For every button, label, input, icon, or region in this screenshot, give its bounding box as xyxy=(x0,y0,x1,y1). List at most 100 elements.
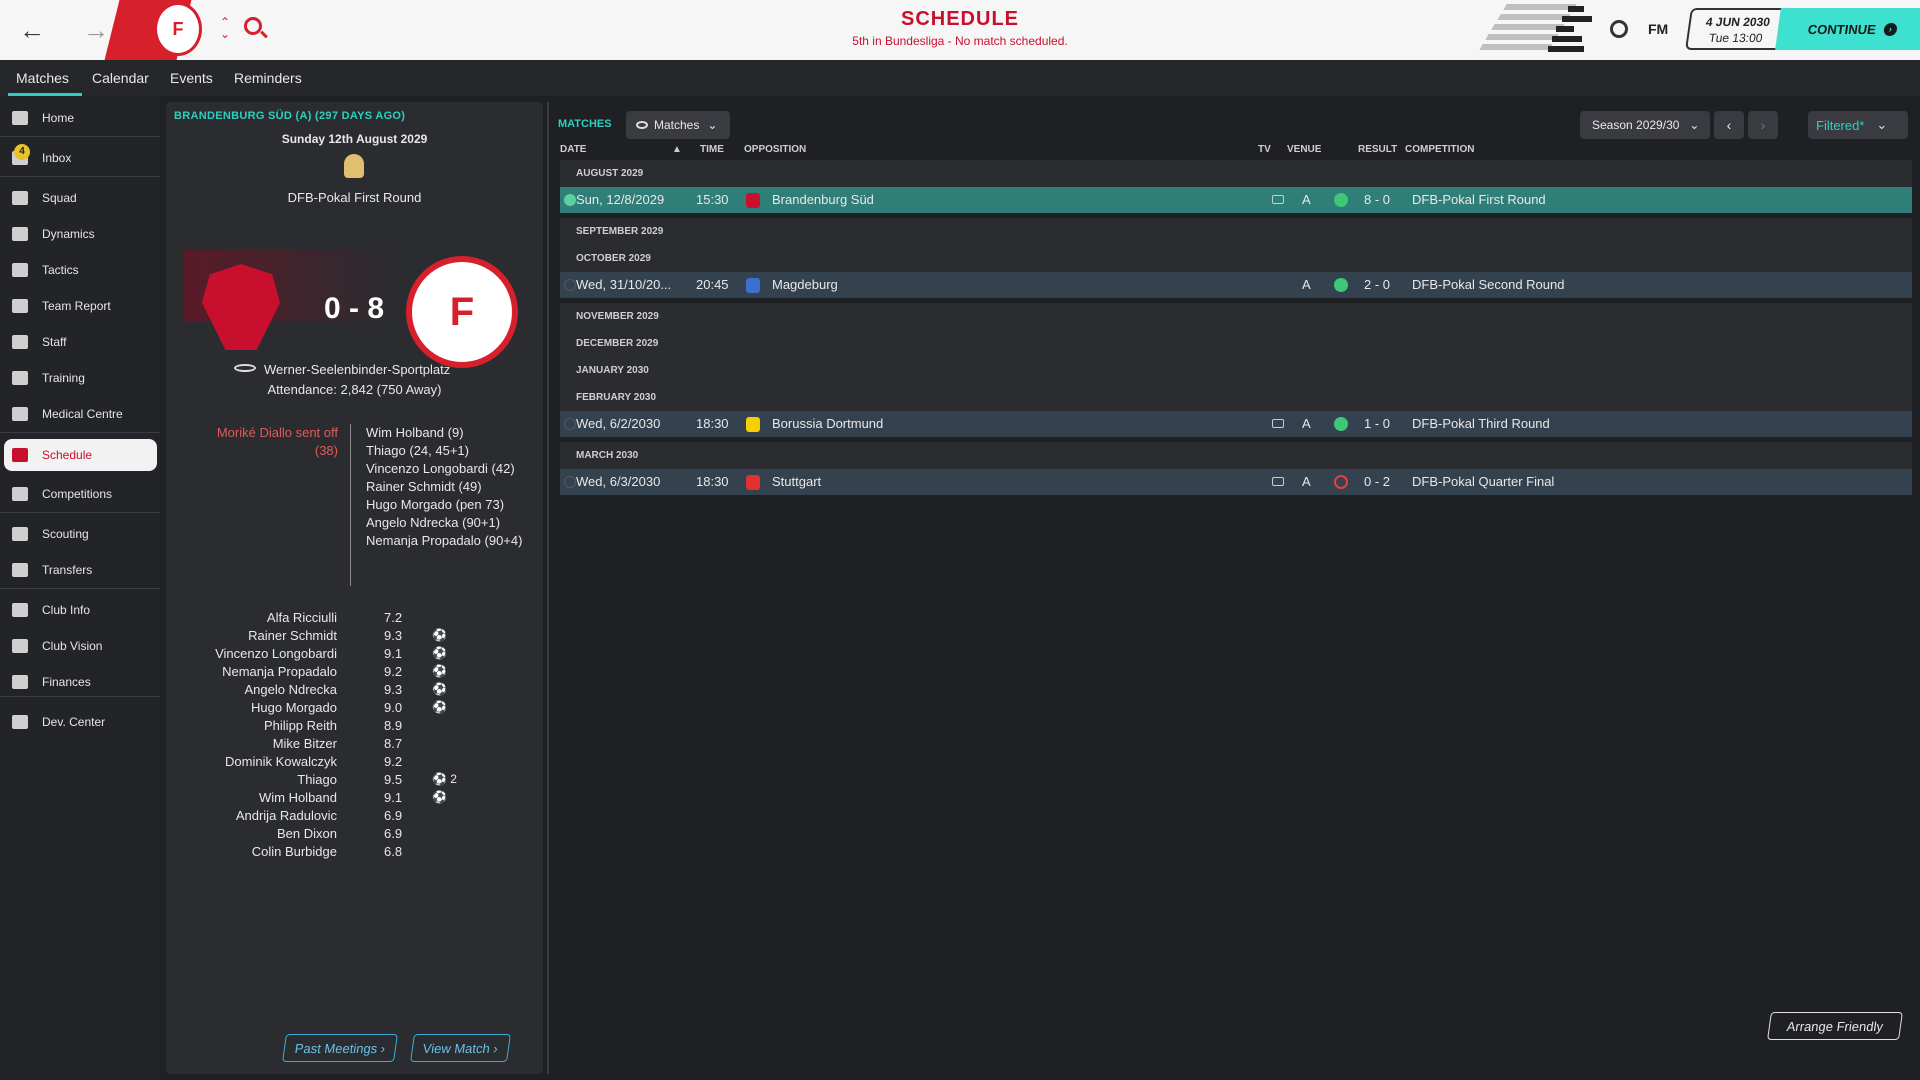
player-rating-row[interactable]: Dominik Kowalczyk 9.2 xyxy=(166,754,543,772)
player-rating: 9.1 xyxy=(384,790,403,805)
page-title: SCHEDULE xyxy=(900,8,1019,30)
column-header-competition[interactable]: COMPETITION xyxy=(1405,144,1474,155)
tab-events[interactable]: Events xyxy=(170,70,213,86)
sidebar-item-scouting[interactable]: Scouting xyxy=(0,518,160,550)
chevron-down-icon: ⌄ xyxy=(1689,118,1700,132)
sidebar-item-label: Team Report xyxy=(42,299,111,313)
season-dropdown[interactable]: Season 2029/30 ⌄ xyxy=(1580,111,1710,139)
sidebar-item-competitions[interactable]: Competitions xyxy=(0,478,160,510)
competition-cell[interactable]: DFB-Pokal Third Round xyxy=(1412,416,1550,431)
sidebar-item-transfers[interactable]: Transfers xyxy=(0,554,160,586)
previous-season-button[interactable]: ‹ xyxy=(1714,111,1744,139)
player-rating-row[interactable]: Rainer Schmidt 9.3 ⚽ xyxy=(166,628,543,646)
player-rating-row[interactable]: Angelo Ndrecka 9.3 ⚽ xyxy=(166,682,543,700)
player-rating-row[interactable]: Ben Dixon 6.9 xyxy=(166,826,543,844)
transfer-icon xyxy=(12,563,28,577)
tab-reminders[interactable]: Reminders xyxy=(234,70,302,86)
competition-cell[interactable]: DFB-Pokal Quarter Final xyxy=(1412,474,1554,489)
match-date-cell: Wed, 31/10/20... xyxy=(576,277,672,292)
sidebar-item-tactics[interactable]: Tactics xyxy=(0,254,160,286)
sidebar-item-club-info[interactable]: Club Info xyxy=(0,594,160,626)
result-cell[interactable]: 1 - 0 xyxy=(1364,416,1390,431)
sidebar-item-training[interactable]: Training xyxy=(0,362,160,394)
column-header-opposition[interactable]: OPPOSITION xyxy=(744,144,806,155)
divider xyxy=(350,424,351,586)
match-row[interactable]: Wed, 6/2/2030 18:30 Borussia Dortmund A 1 - … xyxy=(560,411,1912,437)
opposition-cell[interactable]: Borussia Dortmund xyxy=(772,416,883,431)
view-match-button[interactable]: View Match › xyxy=(410,1034,511,1062)
sidebar-item-team-report[interactable]: Team Report xyxy=(0,290,160,322)
view-match-label: View Match xyxy=(421,1040,492,1056)
away-team-crest-icon[interactable]: F xyxy=(406,256,518,368)
player-rating-row[interactable]: Philipp Reith 8.9 xyxy=(166,718,543,736)
next-season-button[interactable]: › xyxy=(1748,111,1778,139)
view-dropdown[interactable]: Matches ⌄ xyxy=(626,111,730,139)
training-icon xyxy=(12,371,28,385)
sidebar-item-label: Scouting xyxy=(42,527,89,541)
player-rating-row[interactable]: Hugo Morgado 9.0 ⚽ xyxy=(166,700,543,718)
player-rating-row[interactable]: Alfa Ricciulli 7.2 xyxy=(166,610,543,628)
opposition-cell[interactable]: Stuttgart xyxy=(772,474,821,489)
player-rating-row[interactable]: Vincenzo Longobardi 9.1 ⚽ xyxy=(166,646,543,664)
row-select-checkbox[interactable] xyxy=(564,476,576,488)
row-select-checkbox[interactable] xyxy=(564,194,576,206)
player-rating-row[interactable]: Andrija Radulovic 6.9 xyxy=(166,808,543,826)
sidebar-item-club-vision[interactable]: Club Vision xyxy=(0,630,160,662)
row-select-checkbox[interactable] xyxy=(564,418,576,430)
sidebar-item-medical-centre[interactable]: Medical Centre xyxy=(0,398,160,430)
sidebar-item-dynamics[interactable]: Dynamics xyxy=(0,218,160,250)
match-row[interactable]: Wed, 31/10/20... 20:45 Magdeburg A 2 - 0 DFB-… xyxy=(560,272,1912,298)
tab-matches[interactable]: Matches xyxy=(16,70,69,86)
result-cell[interactable]: 8 - 0 xyxy=(1364,192,1390,207)
column-header-date[interactable]: DATE xyxy=(560,144,586,155)
sidebar-item-finances[interactable]: Finances xyxy=(0,666,160,698)
match-row[interactable]: Wed, 6/3/2030 18:30 Stuttgart A 0 - 2 DFB-Pok… xyxy=(560,469,1912,495)
result-cell[interactable]: 2 - 0 xyxy=(1364,277,1390,292)
globe-icon[interactable] xyxy=(1610,20,1628,38)
player-rating: 9.2 xyxy=(384,754,403,769)
column-header-venue[interactable]: VENUE xyxy=(1287,144,1321,155)
column-header-tv[interactable]: TV xyxy=(1258,144,1271,155)
venue-cell: A xyxy=(1302,474,1311,489)
divider xyxy=(0,588,160,589)
column-header-result[interactable]: RESULT xyxy=(1358,144,1397,155)
sidebar-item-label: Staff xyxy=(42,335,67,349)
result-cell[interactable]: 0 - 2 xyxy=(1364,474,1390,489)
tab-calendar[interactable]: Calendar xyxy=(92,70,149,86)
home-team-crest-icon[interactable] xyxy=(202,264,280,350)
opposition-cell[interactable]: Brandenburg Süd xyxy=(772,192,874,207)
player-rating: 8.9 xyxy=(384,718,403,733)
opposition-crest-icon xyxy=(746,193,760,208)
panel-divider[interactable] xyxy=(547,102,549,1074)
sidebar-item-dev-center[interactable]: Dev. Center xyxy=(0,706,160,738)
player-rating-row[interactable]: Wim Holband 9.1 ⚽ xyxy=(166,790,543,808)
player-rating-row[interactable]: Colin Burbidge 6.8 xyxy=(166,844,543,862)
player-rating-row[interactable]: Mike Bitzer 8.7 xyxy=(166,736,543,754)
competition-name[interactable]: DFB-Pokal First Round xyxy=(166,190,543,205)
competition-cell[interactable]: DFB-Pokal First Round xyxy=(1412,192,1546,207)
stadium-name[interactable]: Werner-Seelenbinder-Sportplatz xyxy=(264,362,450,377)
sort-ascending-icon[interactable]: ▲ xyxy=(672,144,682,155)
row-select-checkbox[interactable] xyxy=(564,279,576,291)
match-header[interactable]: BRANDENBURG SÜD (A) (297 DAYS AGO) xyxy=(174,110,405,122)
sidebar-item-schedule[interactable]: Schedule xyxy=(4,439,157,471)
arrange-friendly-button[interactable]: Arrange Friendly xyxy=(1767,1012,1903,1040)
sidebar-item-squad[interactable]: Squad xyxy=(0,182,160,214)
player-rating-row[interactable]: Nemanja Propadalo 9.2 ⚽ xyxy=(166,664,543,682)
continue-button[interactable]: CONTINUE › xyxy=(1775,8,1920,50)
column-header-time[interactable]: TIME xyxy=(700,144,724,155)
sidebar-item-staff[interactable]: Staff xyxy=(0,326,160,358)
competition-cell[interactable]: DFB-Pokal Second Round xyxy=(1412,277,1564,292)
sidebar-item-home[interactable]: Home xyxy=(0,102,160,134)
match-detail-panel: BRANDENBURG SÜD (A) (297 DAYS AGO) Sunda… xyxy=(166,102,543,1074)
match-row[interactable]: Sun, 12/8/2029 15:30 Brandenburg Süd A 8 - 0… xyxy=(560,187,1912,213)
fm-logo[interactable]: FM xyxy=(1648,21,1668,37)
result-indicator-icon xyxy=(1334,475,1348,489)
filter-dropdown-label: Filtered* xyxy=(1816,117,1865,133)
past-meetings-label: Past Meetings xyxy=(293,1040,379,1056)
past-meetings-button[interactable]: Past Meetings › xyxy=(282,1034,399,1062)
opposition-cell[interactable]: Magdeburg xyxy=(772,277,838,292)
player-rating-row[interactable]: Thiago 9.5 ⚽ 2 xyxy=(166,772,543,790)
filter-dropdown[interactable]: Filtered* ⌄ xyxy=(1808,111,1908,139)
game-date[interactable]: 4 JUN 2030 Tue 13:00 xyxy=(1685,8,1789,50)
